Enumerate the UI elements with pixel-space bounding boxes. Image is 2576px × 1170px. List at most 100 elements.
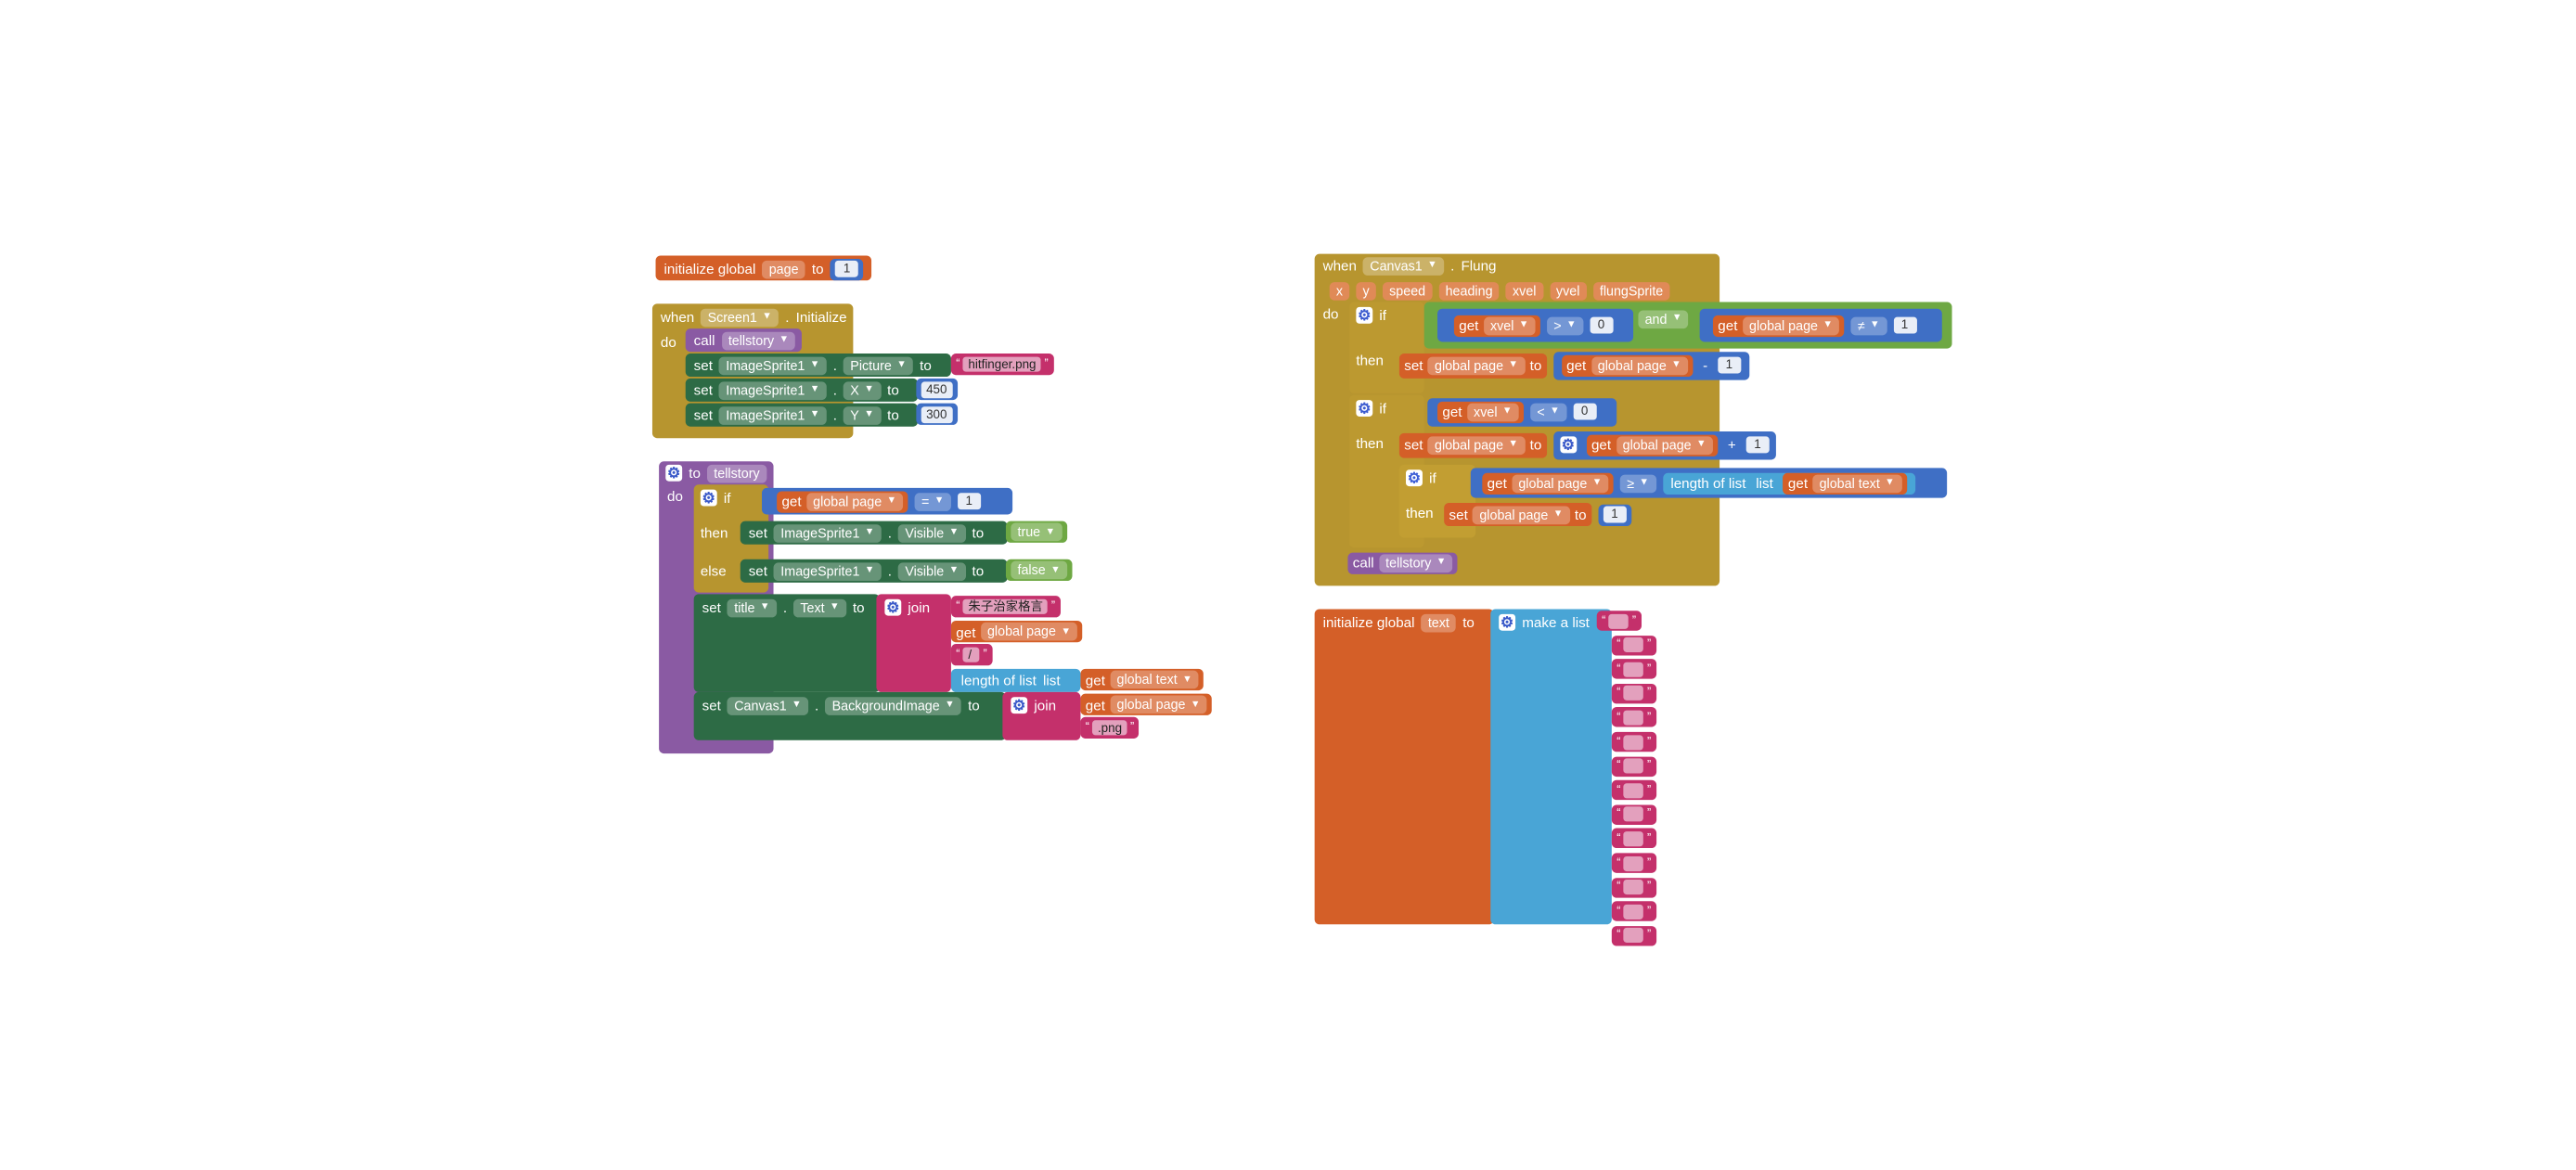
set-picture-block[interactable]: set ImageSprite1 ▼ . Picture ▼ to: [685, 353, 951, 378]
sprite-dropdown[interactable]: ImageSprite1 ▼: [774, 561, 882, 581]
variable-dropdown[interactable]: global page ▼: [1473, 505, 1570, 524]
set-title-text-block[interactable]: set title ▼ . Text ▼ to: [693, 594, 881, 692]
boolean-dropdown[interactable]: true ▼: [1011, 522, 1063, 542]
set-y-block[interactable]: set ImageSprite1 ▼ . Y ▼ to: [685, 403, 919, 427]
gear-icon[interactable]: ⚙: [1406, 469, 1423, 487]
sprite-dropdown[interactable]: ImageSprite1 ▼: [719, 405, 827, 425]
compare-block[interactable]: get global page ▼ ≥ ▼ length of list list g…: [1470, 468, 1948, 498]
variable-dropdown[interactable]: global text ▼: [1110, 670, 1199, 689]
variable-dropdown[interactable]: global page ▼: [980, 622, 1078, 641]
get-block[interactable]: get xvel ▼: [1437, 400, 1525, 423]
number-block[interactable]: 450: [916, 378, 958, 401]
property-dropdown[interactable]: X ▼: [844, 380, 882, 400]
string-value[interactable]: .png: [1092, 720, 1127, 736]
procedure-dropdown[interactable]: tellstory ▼: [721, 330, 796, 350]
blocks-workspace[interactable]: initialize global page to 1 when Screen1…: [0, 0, 2576, 1170]
if-block-1[interactable]: ⚙ if then: [1349, 302, 1424, 393]
and-dropdown[interactable]: and ▼: [1638, 309, 1689, 328]
property-dropdown[interactable]: Visible ▼: [898, 523, 966, 543]
component-dropdown[interactable]: Canvas1 ▼: [728, 696, 808, 715]
gear-icon[interactable]: ⚙: [1011, 697, 1028, 714]
list-item-string[interactable]: “”: [1611, 731, 1656, 752]
compare-block[interactable]: get global page ▼ ≠ ▼ 1: [1699, 308, 1942, 342]
component-dropdown[interactable]: Canvas1 ▼: [1363, 256, 1444, 276]
join-block[interactable]: ⚙ join: [876, 594, 951, 692]
number-value[interactable]: 1: [835, 260, 859, 277]
list-item-string[interactable]: “”: [1611, 925, 1656, 946]
set-visible-false-block[interactable]: set ImageSprite1 ▼ . Visible ▼ to: [740, 559, 1008, 583]
property-dropdown[interactable]: Picture ▼: [844, 355, 914, 375]
compare-block[interactable]: get xvel ▼ < ▼ 0: [1427, 398, 1617, 427]
list-item-string[interactable]: “”: [1611, 659, 1656, 679]
call-tellstory-block[interactable]: call tellstory ▼: [1347, 551, 1458, 573]
boolean-dropdown[interactable]: false ▼: [1011, 560, 1067, 580]
operator-dropdown[interactable]: = ▼: [914, 492, 951, 511]
list-item-string[interactable]: “”: [1611, 755, 1656, 777]
call-tellstory-block[interactable]: call tellstory ▼: [685, 328, 802, 353]
get-block[interactable]: get global page ▼: [1482, 471, 1614, 495]
list-item-string[interactable]: “”: [1611, 707, 1656, 728]
param-xvel[interactable]: xvel: [1505, 281, 1543, 300]
gear-icon[interactable]: ⚙: [884, 598, 902, 616]
set-visible-true-block[interactable]: set ImageSprite1 ▼ . Visible ▼ to: [740, 521, 1008, 545]
number-value[interactable]: 450: [921, 380, 952, 398]
property-dropdown[interactable]: Text ▼: [793, 598, 846, 617]
operator-dropdown[interactable]: < ▼: [1530, 402, 1566, 421]
variable-dropdown[interactable]: global page ▼: [1591, 355, 1688, 375]
get-block[interactable]: get global page ▼: [1586, 433, 1719, 456]
number-value[interactable]: 1: [1603, 506, 1627, 523]
sprite-dropdown[interactable]: ImageSprite1 ▼: [719, 380, 827, 400]
param-y[interactable]: y: [1356, 281, 1376, 300]
number-value[interactable]: 0: [1589, 316, 1613, 334]
list-item-string[interactable]: “”: [1611, 635, 1656, 655]
gear-icon[interactable]: ⚙: [665, 464, 683, 482]
gear-icon[interactable]: ⚙: [1356, 306, 1373, 324]
component-dropdown[interactable]: title ▼: [728, 598, 777, 617]
get-block[interactable]: get global page ▼: [777, 490, 908, 512]
procedure-name-field[interactable]: tellstory: [707, 463, 766, 482]
if-block-nested[interactable]: ⚙ if then: [1398, 464, 1476, 538]
list-item-string[interactable]: “”: [1596, 611, 1642, 631]
minus-block[interactable]: get global page ▼ - 1: [1552, 351, 1749, 379]
number-value[interactable]: 300: [921, 405, 952, 423]
param-speed[interactable]: speed: [1382, 281, 1433, 300]
init-global-page-block[interactable]: initialize global page to 1: [655, 255, 872, 281]
compare-block[interactable]: get global page ▼ = ▼ 1: [762, 487, 1013, 515]
var-name-field[interactable]: page: [762, 259, 805, 278]
get-block[interactable]: get global page ▼: [1561, 354, 1694, 377]
gear-icon[interactable]: ⚙: [1499, 613, 1516, 631]
list-item-string[interactable]: “”: [1611, 853, 1656, 873]
number-block[interactable]: 300: [916, 403, 958, 425]
operator-dropdown[interactable]: ≥ ▼: [1620, 473, 1656, 493]
variable-dropdown[interactable]: global page ▼: [806, 492, 904, 511]
var-name-field[interactable]: text: [1421, 612, 1457, 632]
variable-dropdown[interactable]: global page ▼: [1427, 355, 1526, 375]
list-item-string[interactable]: “”: [1611, 683, 1656, 704]
get-block[interactable]: get global text ▼: [1080, 668, 1204, 691]
get-block[interactable]: get global text ▼: [1783, 471, 1907, 495]
set-page-block[interactable]: set global page ▼ to: [1398, 431, 1547, 457]
variable-dropdown[interactable]: global text ▼: [1812, 473, 1901, 493]
list-item-string[interactable]: “”: [1611, 829, 1656, 849]
number-value[interactable]: 1: [1893, 316, 1917, 334]
string-value[interactable]: 朱子治家格言: [963, 598, 1049, 614]
set-page-block[interactable]: set global page ▼ to: [1444, 502, 1591, 527]
variable-dropdown[interactable]: xvel ▼: [1466, 402, 1519, 421]
number-value[interactable]: 1: [957, 493, 981, 510]
variable-dropdown[interactable]: global page ▼: [1616, 435, 1713, 455]
property-dropdown[interactable]: Visible ▼: [898, 561, 966, 581]
variable-dropdown[interactable]: global page ▼: [1512, 473, 1609, 493]
number-block[interactable]: 1: [1598, 503, 1631, 526]
property-dropdown[interactable]: BackgroundImage ▼: [825, 696, 961, 715]
list-item-string[interactable]: “”: [1611, 901, 1656, 922]
length-of-list-block[interactable]: length of list list: [950, 668, 1081, 692]
variable-dropdown[interactable]: xvel ▼: [1483, 315, 1536, 335]
and-block[interactable]: get xvel ▼ > ▼ 0 and ▼ get global page ▼ ≠ ▼ 1: [1423, 302, 1952, 349]
param-heading[interactable]: heading: [1438, 281, 1500, 300]
gear-icon[interactable]: ⚙: [1559, 436, 1577, 454]
variable-dropdown[interactable]: global page ▼: [1742, 315, 1840, 335]
sprite-dropdown[interactable]: ImageSprite1 ▼: [719, 355, 827, 375]
variable-dropdown[interactable]: global page ▼: [1427, 435, 1526, 455]
param-x[interactable]: x: [1329, 281, 1350, 300]
component-dropdown[interactable]: Screen1 ▼: [701, 307, 779, 327]
